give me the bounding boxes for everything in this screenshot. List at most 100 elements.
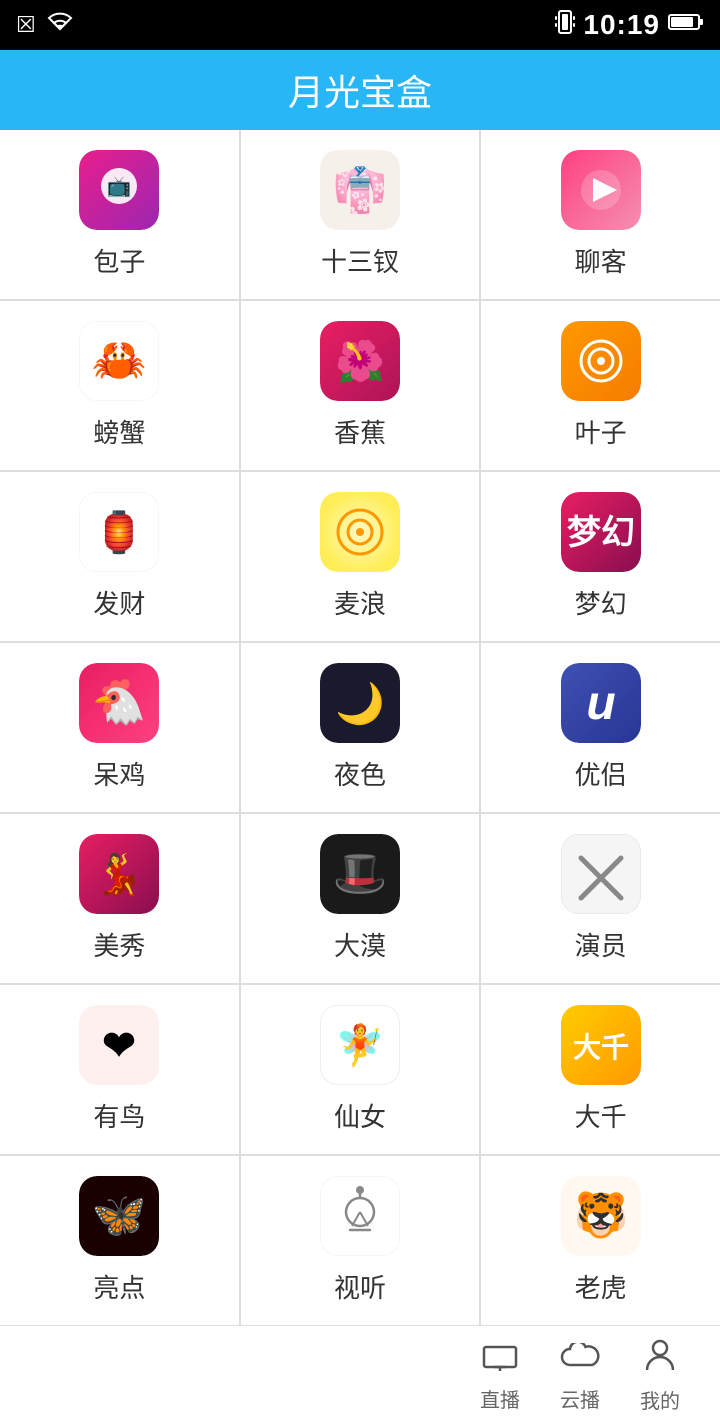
nav-mine[interactable]: 我的 xyxy=(640,1338,680,1414)
header-title: 月光宝盒 xyxy=(288,64,432,116)
svg-text:大千: 大千 xyxy=(573,1032,629,1063)
app-cell-baozi[interactable]: 📺 包子 xyxy=(0,130,239,299)
app-name-pangxie: 螃蟹 xyxy=(93,413,145,450)
app-icon-damo: 🎩 xyxy=(320,834,400,914)
status-bar: ☒ 10:19 xyxy=(0,0,720,50)
app-icon-liaoke xyxy=(561,150,641,230)
app-icon-xiannu: 🧚 xyxy=(320,1005,400,1085)
nav-cloud-label: 云播 xyxy=(560,1384,600,1413)
svg-text:🎩: 🎩 xyxy=(333,849,388,898)
svg-text:🐔: 🐔 xyxy=(92,678,147,727)
app-cell-daqian[interactable]: 大千大千 xyxy=(481,985,720,1154)
app-cell-meixiu[interactable]: 💃 美秀 xyxy=(0,814,239,983)
time-display: 10:19 xyxy=(583,9,660,41)
app-name-xiangjiao: 香蕉 xyxy=(334,413,386,450)
app-name-facai: 发财 xyxy=(93,584,145,621)
battery-icon xyxy=(668,11,704,39)
app-cell-liangdian[interactable]: 🦋 亮点 xyxy=(0,1156,239,1325)
svg-text:📺: 📺 xyxy=(107,176,132,198)
app-name-meixiu: 美秀 xyxy=(93,926,145,963)
app-cell-laohu[interactable]: 🐯 老虎 xyxy=(481,1156,720,1325)
app-name-liangdian: 亮点 xyxy=(93,1268,145,1305)
app-icon-daqian: 大千 xyxy=(561,1005,641,1085)
app-icon-xiangjiao: 🌺 xyxy=(320,321,400,401)
app-name-chenji: 呆鸡 xyxy=(93,755,145,792)
app-icon-laohu: 🐯 xyxy=(561,1176,641,1256)
app-icon-menghuan: 梦幻 xyxy=(561,492,641,572)
svg-text:🌺: 🌺 xyxy=(335,338,385,384)
app-name-liaoke: 聊客 xyxy=(575,242,627,279)
sim-icon: ☒ xyxy=(16,12,36,38)
svg-text:🐯: 🐯 xyxy=(573,1188,628,1240)
svg-text:👘: 👘 xyxy=(333,165,388,216)
svg-text:🦀: 🦀 xyxy=(92,336,147,385)
app-grid: 📺包子👘十三钗聊客🦀螃蟹🌺香蕉叶子🏮发财麦浪梦幻梦幻🐔呆鸡🌙夜色u优侣💃美秀🎩大… xyxy=(0,130,720,1325)
app-icon-mailang xyxy=(320,492,400,572)
svg-text:❤: ❤ xyxy=(103,1024,137,1068)
app-name-baozi: 包子 xyxy=(93,242,145,279)
app-icon-chenji: 🐔 xyxy=(79,663,159,743)
app-icon-shiting xyxy=(320,1176,400,1256)
app-icon-pangxie: 🦀 xyxy=(79,321,159,401)
app-cell-yezi[interactable]: 叶子 xyxy=(481,301,720,470)
app-icon-liangdian: 🦋 xyxy=(79,1176,159,1256)
user-icon xyxy=(645,1338,675,1381)
app-cell-menghuan[interactable]: 梦幻梦幻 xyxy=(481,472,720,641)
app-icon-facai: 🏮 xyxy=(79,492,159,572)
app-cell-xiannu[interactable]: 🧚 仙女 xyxy=(241,985,480,1154)
app-header: 月光宝盒 xyxy=(0,50,720,130)
app-cell-youniao[interactable]: ❤ 有鸟 xyxy=(0,985,239,1154)
app-name-yanyuan: 演员 xyxy=(575,926,627,963)
svg-text:🧚: 🧚 xyxy=(335,1022,385,1068)
app-cell-yanyuan[interactable]: 演员 xyxy=(481,814,720,983)
app-icon-youou: u xyxy=(561,663,641,743)
app-cell-shiting[interactable]: 视听 xyxy=(241,1156,480,1325)
status-left-icons: ☒ xyxy=(16,11,74,39)
app-name-youou: 优侣 xyxy=(575,755,627,792)
app-name-xiannu: 仙女 xyxy=(334,1097,386,1134)
app-icon-meixiu: 💃 xyxy=(79,834,159,914)
app-name-mailang: 麦浪 xyxy=(334,584,386,621)
app-cell-xiangjiao[interactable]: 🌺 香蕉 xyxy=(241,301,480,470)
app-icon-yezi xyxy=(561,321,641,401)
nav-cloud[interactable]: 云播 xyxy=(560,1338,600,1413)
app-cell-shisanchai[interactable]: 👘 十三钗 xyxy=(241,130,480,299)
app-name-damo: 大漠 xyxy=(334,926,386,963)
app-cell-damo[interactable]: 🎩 大漠 xyxy=(241,814,480,983)
app-name-laohu: 老虎 xyxy=(575,1268,627,1305)
tv-icon xyxy=(482,1338,518,1380)
app-name-menghuan: 梦幻 xyxy=(575,584,627,621)
app-cell-yese[interactable]: 🌙 夜色 xyxy=(241,643,480,812)
app-icon-youniao: ❤ xyxy=(79,1005,159,1085)
svg-text:🏮: 🏮 xyxy=(94,509,144,555)
app-cell-facai[interactable]: 🏮 发财 xyxy=(0,472,239,641)
app-name-youniao: 有鸟 xyxy=(93,1097,145,1134)
app-cell-mailang[interactable]: 麦浪 xyxy=(241,472,480,641)
app-name-yese: 夜色 xyxy=(334,755,386,792)
svg-text:梦幻: 梦幻 xyxy=(567,514,635,552)
svg-text:🦋: 🦋 xyxy=(92,1191,147,1240)
vibrate-icon xyxy=(555,9,575,42)
cloud-icon xyxy=(560,1338,600,1380)
app-name-shiting: 视听 xyxy=(334,1268,386,1305)
app-name-daqian: 大千 xyxy=(575,1097,627,1134)
svg-text:💃: 💃 xyxy=(94,851,144,898)
app-icon-baozi: 📺 xyxy=(79,150,159,230)
app-icon-shisanchai: 👘 xyxy=(320,150,400,230)
app-icon-yanyuan xyxy=(561,834,641,914)
status-right-icons: 10:19 xyxy=(555,9,704,42)
svg-text:🌙: 🌙 xyxy=(335,680,385,727)
app-name-yezi: 叶子 xyxy=(575,413,627,450)
app-cell-youou[interactable]: u 优侣 xyxy=(481,643,720,812)
app-icon-yese: 🌙 xyxy=(320,663,400,743)
nav-live[interactable]: 直播 xyxy=(480,1338,520,1413)
wifi-icon xyxy=(46,11,74,39)
svg-text:u: u xyxy=(586,677,615,730)
app-cell-liaoke[interactable]: 聊客 xyxy=(481,130,720,299)
app-name-shisanchai: 十三钗 xyxy=(321,242,399,279)
nav-live-label: 直播 xyxy=(480,1384,520,1413)
app-cell-chenji[interactable]: 🐔 呆鸡 xyxy=(0,643,239,812)
app-cell-pangxie[interactable]: 🦀 螃蟹 xyxy=(0,301,239,470)
bottom-nav: 直播 云播 我的 xyxy=(0,1325,720,1425)
nav-mine-label: 我的 xyxy=(640,1385,680,1414)
